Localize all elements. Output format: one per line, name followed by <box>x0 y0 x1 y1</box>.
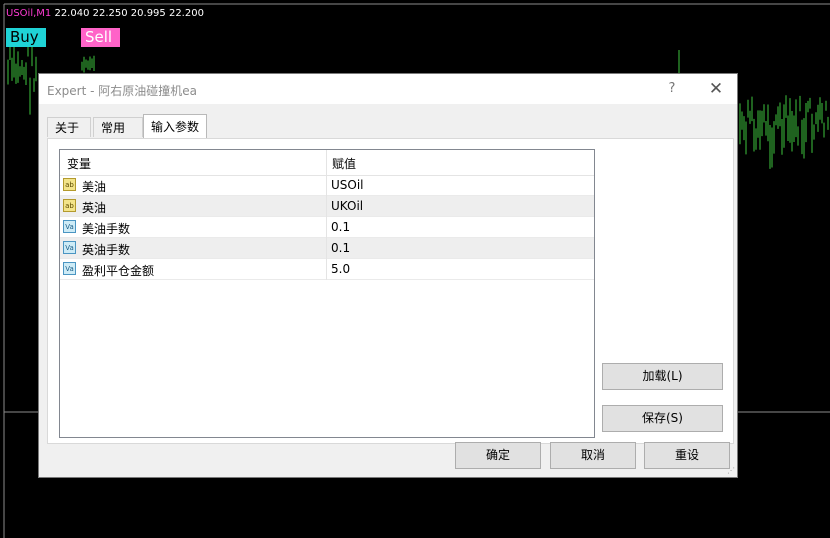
tab-about[interactable]: 关于 <box>47 117 91 137</box>
grid-header: 变量 赋值 <box>60 150 594 176</box>
param-name: 美油手数 <box>82 222 131 236</box>
chart-symbol: USOil,M1 <box>6 8 52 19</box>
column-header-value[interactable]: 赋值 <box>332 155 356 172</box>
help-icon[interactable]: ? <box>661 79 683 99</box>
param-value[interactable]: USOil <box>331 178 364 192</box>
cancel-button[interactable]: 取消 <box>550 442 636 469</box>
dialog-title: Expert - 阿右原油碰撞机ea <box>47 84 198 98</box>
numeric-param-icon: Va <box>63 262 76 275</box>
tab-common[interactable]: 常用 <box>93 117 143 137</box>
param-name: 盈利平仓金额 <box>82 264 155 278</box>
sell-button[interactable]: Sell <box>81 28 120 47</box>
dialog-titlebar[interactable]: Expert - 阿右原油碰撞机ea ? ✕ <box>39 74 737 104</box>
save-button[interactable]: 保存(S) <box>602 405 723 432</box>
numeric-param-icon: Va <box>63 220 76 233</box>
tab-inputs[interactable]: 输入参数 <box>143 114 207 138</box>
param-row[interactable]: ab 美油 USOil <box>60 175 594 196</box>
param-value[interactable]: 0.1 <box>331 220 350 234</box>
parameters-grid[interactable]: 变量 赋值 ab 美油 USOil ab 英油 UKOil Va 美油手数 0.1 Va 英油手数 0… <box>59 149 595 438</box>
load-button[interactable]: 加载(L) <box>602 363 723 390</box>
buy-button[interactable]: Buy <box>6 28 46 47</box>
chart-quote: 22.040 22.250 20.995 22.200 <box>54 8 204 19</box>
resize-grip-icon[interactable]: ⋰ <box>727 467 735 475</box>
param-name: 美油 <box>82 180 107 194</box>
param-value[interactable]: UKOil <box>331 199 363 213</box>
param-value[interactable]: 0.1 <box>331 241 350 255</box>
numeric-param-icon: Va <box>63 241 76 254</box>
param-row[interactable]: Va 英油手数 0.1 <box>60 238 594 259</box>
param-row[interactable]: Va 美油手数 0.1 <box>60 217 594 238</box>
string-param-icon: ab <box>63 178 76 191</box>
param-row[interactable]: ab 英油 UKOil <box>60 196 594 217</box>
column-header-variable[interactable]: 变量 <box>67 155 91 172</box>
inputs-panel: 变量 赋值 ab 美油 USOil ab 英油 UKOil Va 美油手数 0.1 Va 英油手数 0… <box>47 138 734 444</box>
string-param-icon: ab <box>63 199 76 212</box>
param-name: 英油 <box>82 201 107 215</box>
chart-info: USOil,M1 22.040 22.250 20.995 22.200 <box>6 8 204 19</box>
column-separator <box>326 150 327 280</box>
param-value[interactable]: 5.0 <box>331 262 350 276</box>
close-icon[interactable]: ✕ <box>703 79 729 99</box>
ok-button[interactable]: 确定 <box>455 442 541 469</box>
expert-properties-dialog: Expert - 阿右原油碰撞机ea ? ✕ 关于 常用 输入参数 变量 赋值 … <box>38 73 738 478</box>
reset-button[interactable]: 重设 <box>644 442 730 469</box>
param-name: 英油手数 <box>82 243 131 257</box>
param-row[interactable]: Va 盈利平仓金额 5.0 <box>60 259 594 280</box>
